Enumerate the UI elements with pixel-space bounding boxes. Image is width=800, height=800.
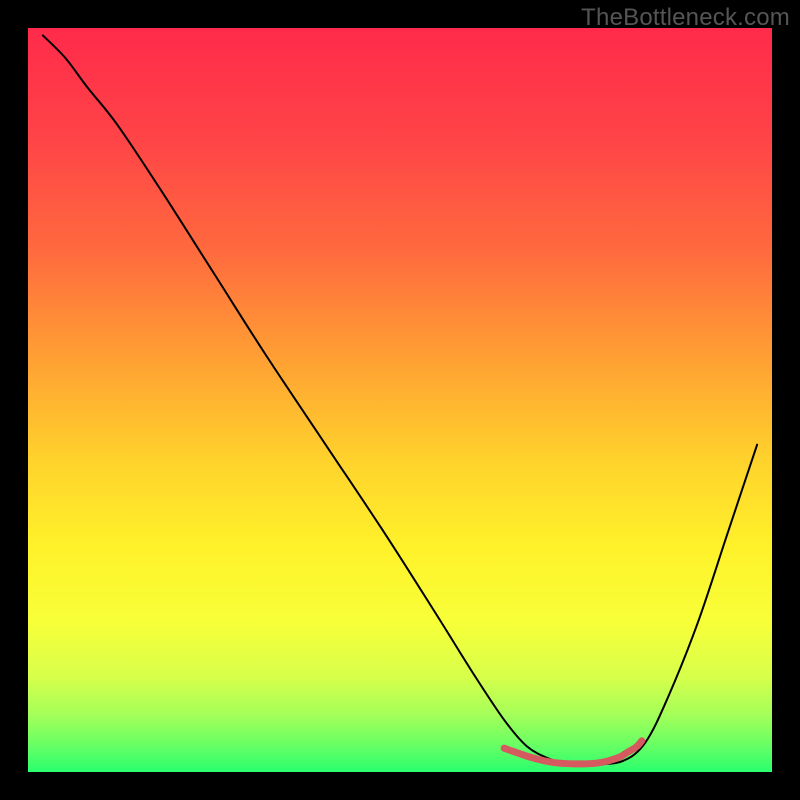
watermark-text: TheBottleneck.com xyxy=(581,4,790,32)
plot-area xyxy=(28,28,772,772)
gradient-rect xyxy=(28,28,772,772)
bottleneck-chart xyxy=(28,28,772,772)
chart-frame: TheBottleneck.com xyxy=(0,0,800,800)
